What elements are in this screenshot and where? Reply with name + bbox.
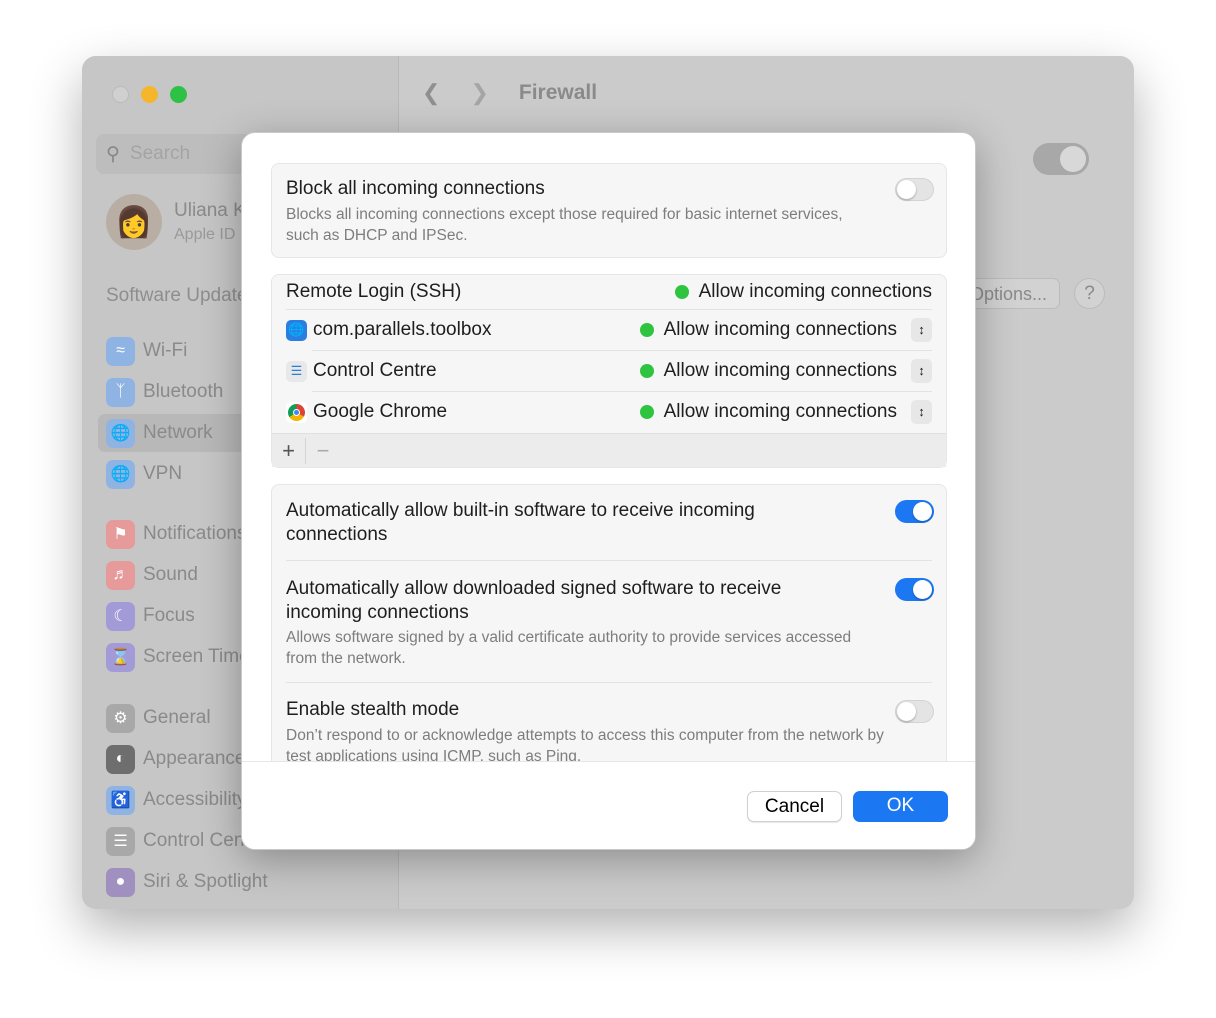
status-dot-icon: [639, 323, 654, 337]
app-name: Control Centre: [313, 360, 437, 381]
stealth-title: Enable stealth mode: [286, 699, 460, 720]
close-button[interactable]: [112, 86, 129, 103]
app-row[interactable]: Remote Login (SSH) Allow incoming connect…: [286, 271, 932, 312]
cancel-button[interactable]: Cancel: [747, 791, 842, 822]
toolbar: ❮ ❯ Firewall: [422, 80, 597, 106]
stealth-toggle[interactable]: [895, 700, 934, 723]
divider: [286, 560, 932, 561]
block-all-title: Block all incoming connections: [286, 178, 545, 199]
avatar: 👩: [106, 194, 162, 250]
siri-icon: ●: [106, 867, 135, 897]
search-icon: ⚲: [106, 143, 120, 165]
sidebar-item-label: General: [143, 707, 211, 728]
list-footer: + −: [272, 433, 946, 467]
user-name: Uliana K: [174, 200, 246, 221]
app-row[interactable]: ☰ Control Centre Allow incoming connection…: [286, 350, 932, 391]
search-placeholder: Search: [129, 143, 191, 164]
control-centre-icon: ☰: [286, 360, 307, 382]
sidebar-item-label: Siri & Spotlight: [143, 871, 268, 892]
app-status[interactable]: Allow incoming connections: [664, 401, 897, 423]
divider: [286, 682, 932, 683]
help-button[interactable]: ?: [1074, 278, 1105, 309]
moon-icon: ☾: [106, 601, 135, 631]
builtin-toggle[interactable]: [895, 500, 934, 523]
globe-app-icon: 🌐: [286, 319, 307, 341]
chevron-up-down-icon[interactable]: ↕: [911, 318, 932, 342]
sidebar-item-label: Focus: [143, 605, 195, 626]
accessibility-icon: ♿: [106, 785, 135, 815]
sidebar-item-label: Bluetooth: [143, 381, 224, 402]
chrome-icon: [286, 401, 307, 423]
status-dot-icon: [639, 405, 654, 419]
sidebar-item-label: Accessibility: [143, 789, 247, 810]
app-status: Allow incoming connections: [698, 280, 932, 302]
signed-toggle[interactable]: [895, 578, 934, 601]
remove-app-button[interactable]: −: [306, 438, 340, 464]
appearance-icon: ◐: [106, 744, 135, 774]
app-list: Remote Login (SSH) Allow incoming connect…: [271, 274, 947, 468]
forward-icon[interactable]: ❯: [470, 80, 488, 106]
app-name: Remote Login (SSH): [286, 280, 462, 302]
wifi-icon: ≈: [106, 336, 135, 366]
sidebar-item-label: Notifications: [143, 523, 247, 544]
status-dot-icon: [674, 284, 689, 299]
chevron-up-down-icon[interactable]: ↕: [911, 400, 932, 424]
zoom-button[interactable]: [170, 86, 187, 103]
page-title: Firewall: [518, 81, 598, 104]
firewall-options-dialog: Block all incoming connections Blocks al…: [241, 132, 976, 850]
chevron-up-down-icon[interactable]: ↕: [911, 359, 932, 383]
app-row[interactable]: 🌐 com.parallels.toolbox Allow incoming con…: [286, 309, 932, 350]
sidebar-item-label: Appearance: [143, 748, 246, 769]
control-centre-icon: ☰: [106, 826, 135, 856]
sidebar-item-label: Network: [143, 422, 213, 443]
back-icon[interactable]: ❮: [422, 80, 440, 106]
auto-allow-section: Automatically allow built-in software to…: [271, 484, 947, 784]
sidebar-item-label: VPN: [143, 463, 183, 484]
globe-icon: 🌐: [106, 459, 135, 489]
signed-title: Automatically allow downloaded signed so…: [286, 578, 782, 623]
app-status[interactable]: Allow incoming connections: [664, 319, 897, 341]
sidebar-item-label: Wi-Fi: [143, 340, 188, 361]
app-name: com.parallels.toolbox: [313, 319, 492, 340]
app-name: Google Chrome: [313, 401, 448, 422]
block-all-toggle[interactable]: [895, 178, 934, 201]
add-app-button[interactable]: +: [272, 437, 306, 464]
globe-icon: 🌐: [106, 418, 135, 448]
apple-id-account[interactable]: 👩 Uliana K Apple ID: [106, 194, 246, 250]
sidebar-item[interactable]: ● Siri & Spotlight: [98, 863, 388, 901]
sidebar-item-label: Screen Time: [143, 646, 250, 667]
firewall-toggle[interactable]: [1033, 143, 1089, 175]
minimize-button[interactable]: [141, 86, 158, 103]
block-all-description: Blocks all incoming connections except t…: [286, 206, 843, 244]
user-subtitle: Apple ID: [174, 226, 236, 243]
gear-icon: ⚙: [106, 703, 135, 733]
speaker-icon: ♬: [106, 560, 135, 590]
status-dot-icon: [639, 364, 654, 378]
builtin-title: Automatically allow built-in software to…: [286, 500, 755, 545]
software-update-item[interactable]: Software Update: [106, 285, 248, 307]
hourglass-icon: ⌛: [106, 642, 135, 672]
sidebar-item-label: Sound: [143, 564, 198, 585]
traffic-lights: [112, 86, 187, 103]
bluetooth-icon: ᛉ: [106, 377, 135, 407]
ok-button[interactable]: OK: [853, 791, 948, 822]
app-status[interactable]: Allow incoming connections: [664, 360, 897, 382]
signed-description: Allows software signed by a valid certif…: [286, 629, 852, 667]
bell-icon: ⚑: [106, 519, 135, 549]
app-row[interactable]: Google Chrome Allow incoming connections ↕: [286, 391, 932, 432]
block-all-section: Block all incoming connections Blocks al…: [271, 163, 947, 258]
